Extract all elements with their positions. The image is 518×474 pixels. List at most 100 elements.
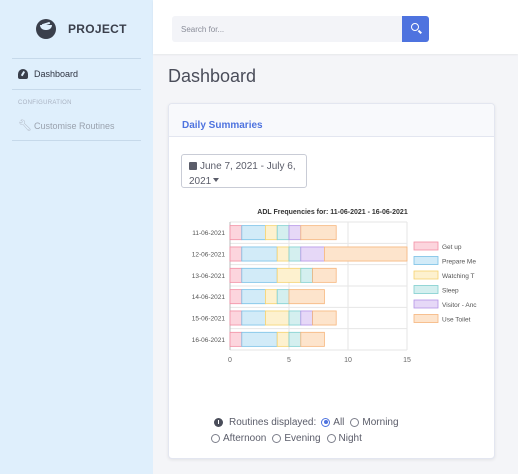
bar-segment (229, 225, 243, 241)
chart-title: ADL Frequencies for: 11-06-2021 - 16-06-… (257, 209, 408, 216)
bar-segment (300, 267, 314, 283)
sidebar-heading: CONFIGURATION (18, 100, 72, 106)
radio-dot (272, 433, 282, 443)
legend-label: Watching T (442, 273, 475, 280)
bar-segment (288, 310, 302, 326)
daily-summaries-card: Daily Summaries June 7, 2021 - July 6, 2… (168, 103, 495, 459)
routines-filter: Routines displayed: All Morning Afternoo… (211, 414, 484, 446)
radio-all[interactable]: All (321, 417, 344, 428)
bar-segment (241, 310, 266, 326)
radio-dot (350, 417, 360, 427)
date-range-line2: 2021 (189, 176, 212, 187)
calendar-icon (189, 162, 197, 170)
bar-segment (229, 289, 243, 305)
bar-segment (241, 267, 278, 283)
legend-swatch (413, 299, 439, 309)
legend-label: Visitor - Anc (442, 302, 477, 309)
radio-label: Evening (284, 432, 321, 444)
bar-segment (276, 331, 290, 347)
legend-label: Prepare Me (442, 259, 476, 266)
bar-segment (276, 225, 290, 241)
y-tick-label: 14-06-2021 (192, 294, 226, 301)
bar-segment (288, 225, 302, 241)
bar-segment (229, 310, 243, 326)
legend-swatch (413, 256, 439, 265)
bar-segment (300, 246, 325, 262)
bar-segment (241, 225, 266, 241)
bar-segment (229, 246, 243, 262)
x-tick-label: 15 (403, 357, 411, 364)
info-circle-icon (214, 417, 223, 427)
legend-swatch (413, 285, 439, 294)
routines-row-2: Afternoon Evening Night (211, 430, 484, 446)
card-title: Daily Summaries (182, 120, 263, 131)
bar-segment (265, 289, 278, 305)
adl-frequency-chart: ADL Frequencies for: 11-06-2021 - 16-06-… (192, 209, 478, 364)
bar-segment (241, 246, 278, 262)
bar-segment (276, 289, 290, 305)
y-tick-label: 13-06-2021 (192, 273, 226, 280)
bar-segment (229, 331, 243, 347)
bar-segment (265, 225, 278, 241)
search-input[interactable] (172, 16, 402, 42)
bar-segment (312, 267, 337, 283)
bar-segment (265, 310, 290, 326)
routines-label: Routines displayed: (229, 416, 317, 428)
wrench-icon: 🔧︎ (18, 120, 32, 132)
bar-segment (300, 331, 325, 347)
search-bar (172, 16, 430, 42)
bar-segment (241, 289, 266, 305)
x-tick-label: 10 (344, 357, 352, 364)
y-tick-label: 15-06-2021 (192, 316, 226, 323)
card-header: Daily Summaries (169, 104, 494, 137)
legend-label: Use Toilet (442, 317, 471, 324)
radio-afternoon[interactable]: Afternoon (211, 433, 266, 444)
radio-dot (326, 433, 336, 443)
topbar (153, 0, 518, 54)
caret-down-icon (213, 178, 220, 182)
bar-segment (323, 246, 408, 262)
x-tick-label: 5 (287, 357, 291, 364)
x-tick-label: 0 (228, 357, 232, 364)
y-tick-label: 12-06-2021 (192, 252, 226, 259)
laugh-icon (36, 19, 56, 39)
brand-name: PROJECT (68, 22, 127, 36)
date-range-line1: June 7, 2021 - July 6, (200, 161, 296, 172)
radio-dot (211, 433, 220, 443)
y-tick-label: 11-06-2021 (192, 230, 225, 237)
sidebar: PROJECT Dashboard CONFIGURATION 🔧︎ Custo… (0, 0, 153, 474)
date-range-picker[interactable]: June 7, 2021 - July 6, 2021 (181, 154, 307, 188)
routines-row-1: Routines displayed: All Morning (214, 414, 484, 430)
search-button[interactable] (402, 16, 429, 42)
bar-segment (288, 289, 325, 305)
tachometer-icon (18, 69, 28, 79)
legend-swatch (413, 241, 439, 251)
bar-segment (241, 331, 278, 347)
radio-label: Night (338, 432, 362, 444)
radio-morning[interactable]: Morning (350, 416, 399, 428)
legend-label: Sleep (442, 288, 459, 295)
bar-segment (288, 246, 302, 262)
radio-evening[interactable]: Evening (272, 432, 321, 444)
sidebar-item-dashboard[interactable]: Dashboard (0, 59, 153, 89)
radio-night[interactable]: Night (326, 432, 362, 444)
bar-segment (276, 246, 290, 262)
legend-swatch (413, 314, 439, 323)
bar-segment (312, 310, 337, 326)
radio-label: Afternoon (223, 432, 267, 444)
page-title: Dashboard (168, 66, 257, 86)
sidebar-item-customise-routines[interactable]: 🔧︎ Customise Routines (0, 112, 153, 140)
brand[interactable]: PROJECT (0, 0, 153, 58)
legend-swatch (413, 270, 439, 280)
bar-segment (276, 267, 302, 283)
bar-segment (229, 267, 243, 283)
radio-label: Morning (362, 416, 399, 428)
sidebar-item-label: Customise Routines (34, 121, 115, 131)
legend-label: Get up (442, 244, 462, 251)
sidebar-item-label: Dashboard (34, 69, 79, 79)
sidebar-divider (12, 89, 141, 90)
sidebar-divider (12, 140, 141, 141)
bar-segment (300, 225, 337, 241)
radio-label: All (333, 416, 345, 428)
y-tick-label: 16-06-2021 (192, 337, 226, 344)
